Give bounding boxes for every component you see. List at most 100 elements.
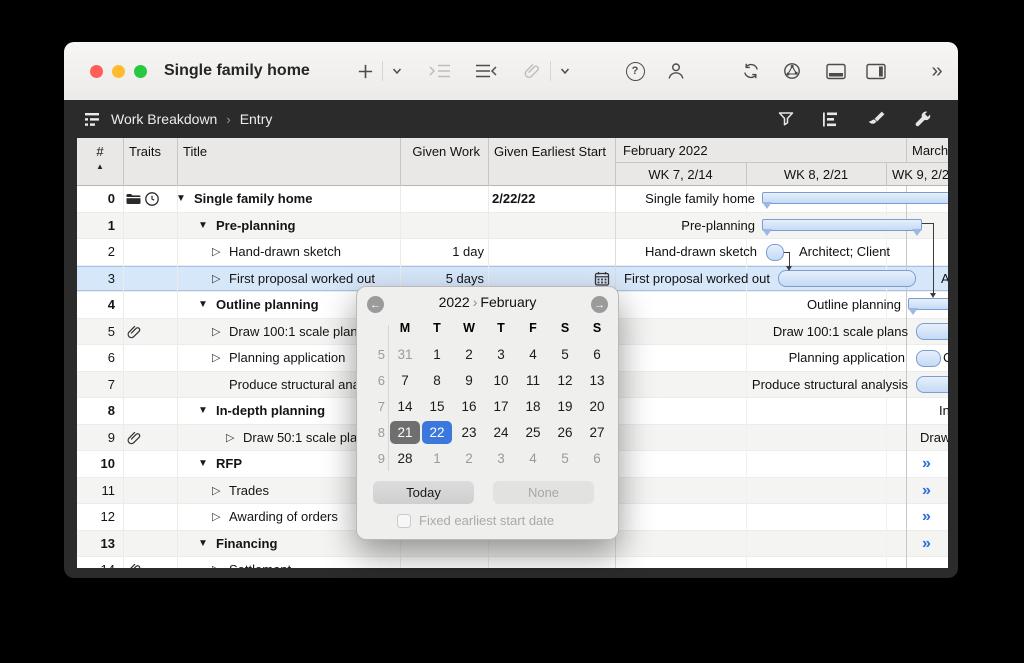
calendar-day[interactable]: 14 bbox=[390, 395, 420, 418]
paperclip-icon bbox=[127, 562, 143, 568]
calendar-day[interactable]: 5 bbox=[550, 447, 580, 470]
disclosure-triangle[interactable]: ▷ bbox=[212, 239, 220, 266]
calendar-day[interactable]: 15 bbox=[422, 395, 452, 418]
row-title: Single family home bbox=[194, 191, 313, 206]
disclosure-triangle[interactable]: ▼ bbox=[198, 398, 208, 425]
disclosure-triangle[interactable]: ▷ bbox=[212, 478, 220, 505]
table-row[interactable]: 0 ▼ Single family home 2/22/22 bbox=[77, 186, 948, 213]
next-month-button[interactable]: → bbox=[591, 296, 608, 313]
minimize-window-button[interactable] bbox=[112, 65, 125, 78]
calendar-day[interactable]: 28 bbox=[390, 447, 420, 470]
disclosure-triangle[interactable]: ▷ bbox=[212, 319, 220, 346]
disclosure-triangle[interactable]: ▼ bbox=[198, 531, 208, 558]
calendar-day-today[interactable]: 21 bbox=[390, 421, 420, 444]
toggle-right-panel-button[interactable] bbox=[862, 57, 890, 85]
weekday-header: W bbox=[463, 321, 475, 335]
table-row[interactable]: 1 ▼ Pre-planning bbox=[77, 212, 948, 240]
calendar-day-selected[interactable]: 22 bbox=[422, 421, 452, 444]
none-button[interactable]: None bbox=[493, 481, 594, 504]
breadcrumb-mode[interactable]: Entry bbox=[240, 111, 273, 127]
calendar-day[interactable]: 5 bbox=[550, 343, 580, 366]
disclosure-triangle[interactable]: ▼ bbox=[176, 186, 186, 213]
calendar-day[interactable]: 1 bbox=[422, 343, 452, 366]
close-window-button[interactable] bbox=[90, 65, 103, 78]
disclosure-triangle[interactable]: ▼ bbox=[198, 451, 208, 478]
disclosure-triangle[interactable]: ▷ bbox=[212, 504, 220, 531]
calendar-day[interactable]: 16 bbox=[454, 395, 484, 418]
outline-levels-button[interactable] bbox=[815, 104, 845, 134]
column-header-traits[interactable]: Traits bbox=[129, 144, 161, 159]
calendar-day[interactable]: 31 bbox=[390, 343, 420, 366]
calendar-day[interactable]: 3 bbox=[486, 343, 516, 366]
calendar-day[interactable]: 20 bbox=[582, 395, 612, 418]
column-header-title[interactable]: Title bbox=[183, 144, 207, 159]
calendar-day[interactable]: 25 bbox=[518, 421, 548, 444]
disclosure-triangle[interactable]: ▷ bbox=[212, 266, 220, 293]
date-picker-button[interactable] bbox=[593, 270, 611, 288]
calendar-day[interactable]: 7 bbox=[390, 369, 420, 392]
calendar-day[interactable]: 11 bbox=[518, 369, 548, 392]
given-work: 1 day bbox=[452, 244, 484, 259]
disclosure-triangle[interactable]: ▷ bbox=[212, 557, 220, 568]
disclosure-triangle[interactable]: ▼ bbox=[198, 213, 208, 240]
table-header: # ▲ Traits Title Given Work Given Earlie… bbox=[77, 138, 948, 186]
style-button[interactable] bbox=[861, 104, 891, 134]
row-number: 1 bbox=[107, 217, 115, 233]
add-item-menu-button[interactable] bbox=[385, 57, 409, 85]
column-header-given-work[interactable]: Given Work bbox=[400, 144, 480, 159]
outdent-button[interactable] bbox=[470, 57, 502, 85]
calendar-day[interactable]: 6 bbox=[582, 447, 612, 470]
help-button[interactable]: ? bbox=[621, 57, 649, 85]
breadcrumb-view[interactable]: Work Breakdown bbox=[111, 111, 217, 127]
calendar-day[interactable]: 2 bbox=[454, 447, 484, 470]
previous-month-button[interactable]: ← bbox=[367, 296, 384, 313]
disclosure-triangle[interactable]: ▷ bbox=[226, 425, 234, 452]
week-number: 8 bbox=[377, 425, 385, 440]
disclosure-triangle[interactable]: ▷ bbox=[212, 345, 220, 372]
calendar-day[interactable]: 23 bbox=[454, 421, 484, 444]
resources-button[interactable] bbox=[662, 57, 690, 85]
attach-menu-button[interactable] bbox=[553, 57, 577, 85]
sync-button[interactable] bbox=[737, 57, 765, 85]
calendar-day[interactable]: 4 bbox=[518, 343, 548, 366]
calendar-day[interactable]: 10 bbox=[486, 369, 516, 392]
calendar-day[interactable]: 13 bbox=[582, 369, 612, 392]
timeline-month-march: March bbox=[912, 143, 948, 158]
calendar-year[interactable]: 2022 bbox=[439, 294, 470, 310]
calendar-day[interactable]: 8 bbox=[422, 369, 452, 392]
table-row[interactable]: 14 ▷ Settlement bbox=[77, 557, 948, 568]
toggle-bottom-panel-button[interactable] bbox=[822, 57, 850, 85]
column-header-given-earliest-start[interactable]: Given Earliest Start bbox=[494, 144, 610, 160]
indent-button[interactable] bbox=[424, 57, 456, 85]
calendar-day[interactable]: 24 bbox=[486, 421, 516, 444]
calendar-day[interactable]: 2 bbox=[454, 343, 484, 366]
fixed-start-label: Fixed earliest start date bbox=[419, 513, 555, 528]
settings-button[interactable] bbox=[907, 104, 937, 134]
calendar-month[interactable]: February bbox=[480, 294, 536, 310]
column-header-number[interactable]: # bbox=[77, 144, 123, 159]
calendar-day[interactable]: 17 bbox=[486, 395, 516, 418]
calendar-day[interactable]: 3 bbox=[486, 447, 516, 470]
calendar-day[interactable]: 6 bbox=[582, 343, 612, 366]
add-item-button[interactable] bbox=[350, 57, 380, 85]
calendar-day[interactable]: 19 bbox=[550, 395, 580, 418]
calendar-day[interactable]: 4 bbox=[518, 447, 548, 470]
person-icon bbox=[668, 63, 684, 79]
attach-button[interactable] bbox=[520, 57, 546, 85]
weekday-header: M bbox=[399, 321, 411, 335]
calendar-day[interactable]: 12 bbox=[550, 369, 580, 392]
disclosure-triangle[interactable]: ▼ bbox=[198, 292, 208, 319]
zoom-window-button[interactable] bbox=[134, 65, 147, 78]
sort-ascending-icon[interactable]: ▲ bbox=[77, 162, 123, 171]
toolbar-overflow-button[interactable]: » bbox=[921, 57, 951, 85]
fixed-start-checkbox[interactable] bbox=[397, 513, 411, 528]
calendar-day[interactable]: 1 bbox=[422, 447, 452, 470]
calendar-day[interactable]: 18 bbox=[518, 395, 548, 418]
calendar-day[interactable]: 26 bbox=[550, 421, 580, 444]
calendar-day[interactable]: 9 bbox=[454, 369, 484, 392]
calendar-day[interactable]: 27 bbox=[582, 421, 612, 444]
today-button[interactable]: Today bbox=[373, 481, 474, 504]
filter-button[interactable] bbox=[771, 104, 801, 134]
network-button[interactable] bbox=[778, 57, 806, 85]
table-row[interactable]: 2 ▷ Hand-drawn sketch 1 day bbox=[77, 239, 948, 266]
